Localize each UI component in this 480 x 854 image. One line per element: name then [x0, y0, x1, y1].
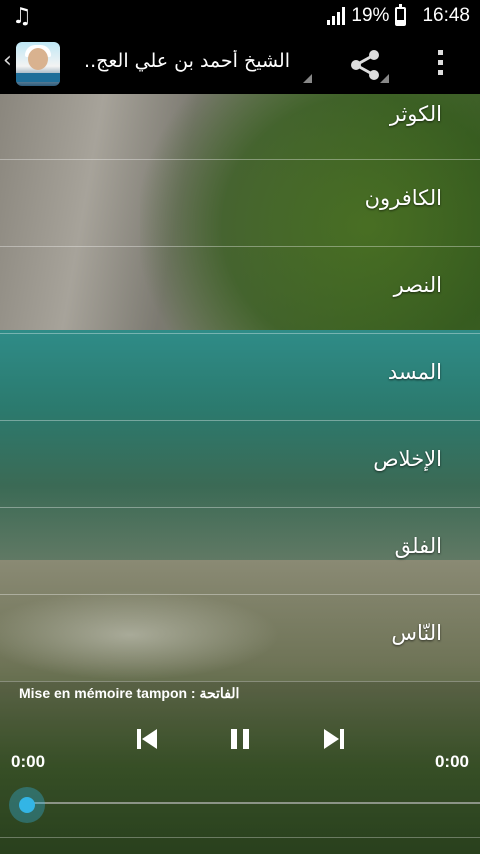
elapsed-time: 0:00 [11, 752, 46, 771]
buffering-label: Mise en mémoire tampon : [19, 685, 200, 701]
status-bar: ♫ 19% 16:48 [0, 0, 480, 34]
battery-icon [395, 3, 407, 26]
title-dropdown-indicator-icon [303, 74, 312, 83]
pause-icon[interactable] [228, 726, 252, 752]
previous-icon[interactable] [135, 726, 159, 752]
list-item[interactable]: الكوثر [0, 94, 480, 160]
surah-list: الكوثر الكافرون النصر المسد الإخلاص الفل… [0, 94, 480, 682]
battery-percent: 19% [351, 5, 390, 26]
back-chevron-icon[interactable]: ‹ [3, 48, 12, 73]
overflow-menu-icon[interactable] [436, 50, 444, 80]
current-track-name: الفاتحة [199, 685, 240, 701]
media-player: Mise en mémoire tampon : الفاتحة 0:00 0:… [0, 681, 480, 854]
buffering-status: Mise en mémoire tampon : الفاتحة [19, 685, 239, 702]
next-icon[interactable] [322, 726, 346, 752]
share-dropdown-indicator-icon [380, 74, 389, 83]
list-item[interactable]: الإخلاص [0, 421, 480, 508]
share-icon[interactable] [348, 48, 382, 82]
action-bar: ‹ الشيخ أحمد بن علي العج.. [0, 34, 480, 94]
clock: 16:48 [422, 5, 470, 26]
list-item[interactable]: النصر [0, 247, 480, 334]
signal-icon [327, 7, 346, 25]
seek-bar[interactable] [24, 802, 480, 804]
divider [0, 837, 480, 838]
list-item[interactable]: النّاس [0, 595, 480, 682]
list-item[interactable]: الفلق [0, 508, 480, 595]
page-title[interactable]: الشيخ أحمد بن علي العج.. [80, 50, 290, 72]
list-item[interactable]: الكافرون [0, 160, 480, 247]
music-note-icon: ♫ [12, 4, 32, 29]
total-time: 0:00 [434, 752, 469, 771]
seek-thumb[interactable] [9, 787, 45, 823]
app-avatar[interactable] [16, 42, 60, 86]
list-item[interactable]: المسد [0, 334, 480, 421]
